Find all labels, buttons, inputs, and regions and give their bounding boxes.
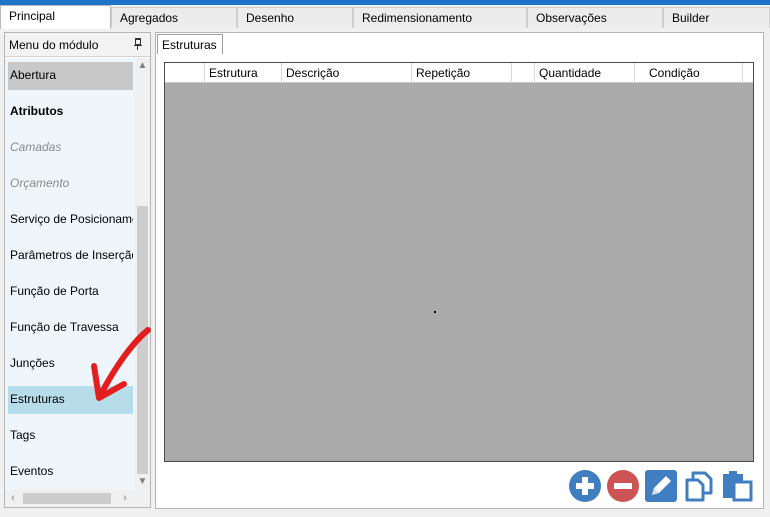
module-menu-vertical-scrollbar[interactable]: ▲ ▼ <box>135 58 150 490</box>
edit-structure-button[interactable] <box>645 470 677 502</box>
copy-structure-button[interactable] <box>683 470 715 502</box>
remove-structure-button[interactable] <box>607 470 639 502</box>
pin-icon[interactable] <box>134 38 142 50</box>
module-menu-horizontal-scrollbar[interactable]: ‹ › <box>5 490 150 507</box>
menu-item-orcamento: Orçamento <box>8 170 133 198</box>
tab-desenho[interactable]: Desenho <box>237 7 353 28</box>
menu-item-label: Eventos <box>10 464 54 478</box>
main-tab-bar: Principal Agregados Desenho Redimensiona… <box>0 5 770 29</box>
tab-builder[interactable]: Builder <box>663 7 770 28</box>
tab-label: Redimensionamento <box>362 11 473 25</box>
menu-item-label: Camadas <box>10 140 62 154</box>
paste-icon <box>723 471 753 502</box>
module-menu-list: Abertura Atributos Camadas Orçamento Ser… <box>5 58 135 490</box>
menu-item-parametros-insercao[interactable]: Parâmetros de Inserção <box>8 242 133 270</box>
tab-observacoes[interactable]: Observações <box>527 7 663 28</box>
column-descricao[interactable]: Descrição <box>282 63 412 83</box>
column-label: Estrutura <box>209 66 258 80</box>
scroll-left-icon[interactable]: ‹ <box>5 490 21 507</box>
scroll-down-icon[interactable]: ▼ <box>135 474 150 490</box>
structures-panel: Estruturas Estrutura Descrição Repetição… <box>155 32 764 509</box>
column-blank[interactable] <box>512 63 535 83</box>
tab-principal[interactable]: Principal <box>0 5 111 29</box>
tab-label: Desenho <box>246 11 295 25</box>
menu-item-label: Orçamento <box>10 176 70 190</box>
module-menu-header: Menu do módulo <box>5 33 150 57</box>
paste-structure-button[interactable] <box>721 470 753 502</box>
copy-icon <box>685 471 713 502</box>
column-repeticao[interactable]: Repetição <box>412 63 512 83</box>
menu-item-funcao-porta[interactable]: Função de Porta <box>8 278 133 306</box>
menu-item-atributos[interactable]: Atributos <box>8 98 133 126</box>
menu-item-label: Tags <box>10 428 36 442</box>
tab-estruturas[interactable]: Estruturas <box>157 34 223 54</box>
column-condicao[interactable]: Condição <box>645 63 743 83</box>
menu-item-label: Parâmetros de Inserção <box>10 248 133 262</box>
column-quantidade[interactable]: Quantidade <box>535 63 635 83</box>
menu-item-label: Abertura <box>10 68 57 82</box>
structures-grid[interactable]: Estrutura Descrição Repetição Quantidade… <box>164 62 754 462</box>
structures-grid-header: Estrutura Descrição Repetição Quantidade… <box>165 63 753 83</box>
column-label: Repetição <box>416 66 471 80</box>
menu-item-eventos[interactable]: Eventos <box>8 458 133 486</box>
menu-item-label: Atributos <box>10 104 64 118</box>
menu-item-servico-posicionamento[interactable]: Serviço de Posicionamento <box>8 206 133 234</box>
module-menu-title: Menu do módulo <box>9 38 99 52</box>
column-label: Condição <box>649 66 700 80</box>
add-structure-button[interactable] <box>569 470 601 502</box>
tab-label: Agregados <box>120 11 179 25</box>
column-estrutura[interactable]: Estrutura <box>205 63 282 83</box>
menu-item-label: Função de Porta <box>10 284 99 298</box>
menu-item-abertura[interactable]: Abertura <box>8 62 133 90</box>
tab-label: Observações <box>536 11 607 25</box>
menu-item-camadas: Camadas <box>8 134 133 162</box>
column-label: Quantidade <box>539 66 602 80</box>
menu-item-label: Serviço de Posicionamento <box>10 212 133 226</box>
tab-redimensionamento[interactable]: Redimensionamento <box>353 7 527 28</box>
tab-label: Builder <box>672 11 710 25</box>
grid-center-dot <box>434 311 436 313</box>
menu-item-label: Junções <box>10 356 55 370</box>
menu-item-label: Estruturas <box>10 392 65 406</box>
scroll-up-icon[interactable]: ▲ <box>135 58 150 74</box>
module-menu-panel: Menu do módulo Abertura Atributos Camada… <box>4 32 151 508</box>
column-label: Descrição <box>286 66 340 80</box>
inner-tab-label: Estruturas <box>162 38 217 52</box>
scroll-right-icon[interactable]: › <box>117 490 133 507</box>
row-indicator-column <box>165 63 205 83</box>
pencil-icon <box>652 476 671 495</box>
horizontal-scroll-thumb[interactable] <box>23 493 111 504</box>
menu-item-tags[interactable]: Tags <box>8 422 133 450</box>
tab-agregados[interactable]: Agregados <box>111 7 237 28</box>
red-arrow-annotation <box>91 327 151 401</box>
tab-label: Principal <box>9 9 56 23</box>
